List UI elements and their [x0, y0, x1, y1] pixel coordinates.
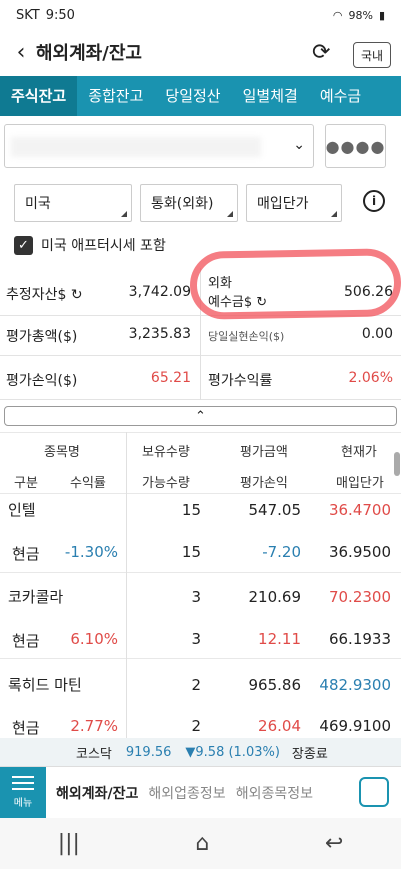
account-select[interactable]: ⌄: [4, 124, 314, 168]
recent-apps-icon[interactable]: |||: [58, 831, 80, 856]
tab-total-balance[interactable]: 종합잔고: [77, 76, 154, 116]
app-header: ‹ 해외계좌/잔고 ⟳ 국내: [0, 30, 401, 74]
system-nav-bar: ||| ⌂ ↩: [0, 818, 401, 869]
ticker-change: ▼9.58 (1.03%): [185, 744, 280, 760]
nav-overseas-account[interactable]: 해외계좌/잔고: [56, 783, 138, 803]
holding-rate: 2.77%: [70, 717, 118, 735]
col-price: 현재가: [341, 445, 377, 460]
col-cost: 매입단가: [336, 476, 384, 491]
tab-stock-balance[interactable]: 주식잔고: [0, 76, 78, 116]
col-rate: 수익률: [70, 476, 106, 491]
domestic-button[interactable]: 국내: [353, 42, 391, 68]
ticker-index: 코스닥: [76, 746, 112, 762]
holding-eval: 210.69: [248, 588, 302, 606]
status-bar: SKT 9:50 ◠ 98% ▮: [0, 0, 401, 30]
holding-name[interactable]: 코카콜라: [8, 586, 63, 607]
hamburger-icon: [12, 776, 34, 790]
checkmark-icon: ✓: [14, 235, 33, 255]
back-icon[interactable]: ‹: [6, 40, 36, 65]
holding-type: 현금: [12, 632, 40, 650]
holding-rate: 6.10%: [70, 630, 118, 648]
back-nav-icon[interactable]: ↩: [325, 831, 343, 856]
eval-rate-value: 2.06%: [348, 370, 393, 386]
holding-qty: 3: [191, 588, 201, 606]
red-highlight-annotation: [189, 248, 401, 320]
eval-pl-value: 65.21: [150, 370, 191, 386]
tab-daily-execution[interactable]: 일별체결: [232, 76, 309, 116]
price-select[interactable]: 매입단가: [246, 184, 342, 222]
refresh-icon[interactable]: ⟳: [312, 40, 330, 65]
eval-total-value: 3,235.83: [128, 326, 191, 342]
holding-pl: -7.20: [262, 543, 301, 561]
col-pl: 평가손익: [240, 476, 288, 491]
nav-overseas-stock[interactable]: 해외종목정보: [236, 783, 313, 803]
holding-avail: 2: [191, 717, 201, 735]
holding-qty: 2: [191, 676, 201, 694]
holding-type: 현금: [12, 545, 40, 563]
bottom-nav: 메뉴 해외계좌/잔고 해외업종정보 해외종목정보: [0, 766, 401, 819]
battery-level: 98%: [348, 8, 373, 22]
holding-price: 482.9300: [319, 676, 391, 694]
currency-label: 통화(외화): [151, 196, 214, 212]
col-name: 종목명: [44, 445, 80, 460]
collapse-button[interactable]: ⌃: [4, 406, 397, 426]
tab-daily-settlement[interactable]: 당일정산: [154, 76, 231, 116]
menu-button[interactable]: 메뉴: [0, 766, 46, 819]
ticker-value: 919.56: [125, 744, 172, 760]
after-hours-checkbox[interactable]: ✓ 미국 애프터시세 포함: [14, 235, 166, 255]
nav-overseas-sector[interactable]: 해외업종정보: [148, 783, 225, 803]
holding-cost: 36.9500: [328, 543, 391, 561]
holding-rate: -1.30%: [64, 543, 118, 561]
clock: 9:50: [45, 7, 75, 23]
after-hours-label: 미국 애프터시세 포함: [41, 238, 166, 254]
col-eval: 평가금액: [240, 445, 288, 460]
country-select[interactable]: 미국: [14, 184, 132, 222]
ticker-status: 장종료: [291, 746, 328, 762]
market-ticker[interactable]: 코스닥 919.56 ▼9.58 (1.03%) 장종료: [0, 738, 401, 766]
battery-icon: ▮: [378, 8, 385, 22]
holding-pl: 26.04: [258, 717, 301, 735]
holding-cost: 66.1933: [328, 630, 391, 648]
holding-avail: 3: [191, 630, 201, 648]
currency-select[interactable]: 통화(외화): [140, 184, 238, 222]
chevron-down-icon: ⌄: [293, 137, 305, 153]
scrollbar[interactable]: [394, 452, 400, 476]
realized-label: 당일실현손익($): [208, 330, 285, 343]
account-number-blurred: [11, 137, 261, 157]
chevron-up-icon: ⌃: [195, 408, 206, 424]
wifi-icon: ◠: [332, 8, 343, 22]
col-qty: 보유수량: [142, 445, 190, 460]
eval-total-label: 평가총액($): [6, 329, 78, 345]
holding-price: 36.4700: [328, 501, 391, 519]
eval-rate-label: 평가수익률: [208, 373, 273, 389]
est-assets-value: 3,742.09: [128, 284, 191, 300]
holding-eval: 965.86: [248, 676, 302, 694]
holding-eval: 547.05: [248, 501, 302, 519]
refresh-small-icon: ↻: [70, 287, 83, 303]
holding-price: 70.2300: [328, 588, 391, 606]
holding-name[interactable]: 인텔: [8, 499, 36, 520]
col-avail: 가능수량: [142, 476, 190, 491]
holding-type: 현금: [12, 719, 40, 737]
holding-cost: 469.9100: [319, 717, 391, 735]
wallet-icon[interactable]: [359, 777, 389, 807]
country-label: 미국: [25, 196, 51, 212]
tab-bar: 주식잔고 종합잔고 당일정산 일별체결 예수금: [0, 76, 401, 116]
menu-label: 메뉴: [13, 798, 33, 809]
est-assets-label: 추정자산$ ↻: [6, 287, 83, 303]
realized-value: 0.00: [361, 326, 393, 342]
carrier: SKT: [16, 7, 40, 23]
home-icon[interactable]: ⌂: [195, 831, 209, 856]
holding-pl: 12.11: [258, 630, 301, 648]
holding-avail: 15: [181, 543, 201, 561]
tab-deposit[interactable]: 예수금: [309, 76, 372, 116]
holding-name[interactable]: 록히드 마틴: [8, 674, 82, 695]
password-button[interactable]: ●●●●: [325, 124, 386, 168]
page-title: 해외계좌/잔고: [36, 43, 142, 64]
holding-qty: 15: [181, 501, 201, 519]
price-label: 매입단가: [257, 196, 309, 212]
col-type: 구분: [14, 476, 38, 491]
eval-pl-label: 평가손익($): [6, 373, 78, 389]
info-icon[interactable]: i: [363, 190, 385, 212]
